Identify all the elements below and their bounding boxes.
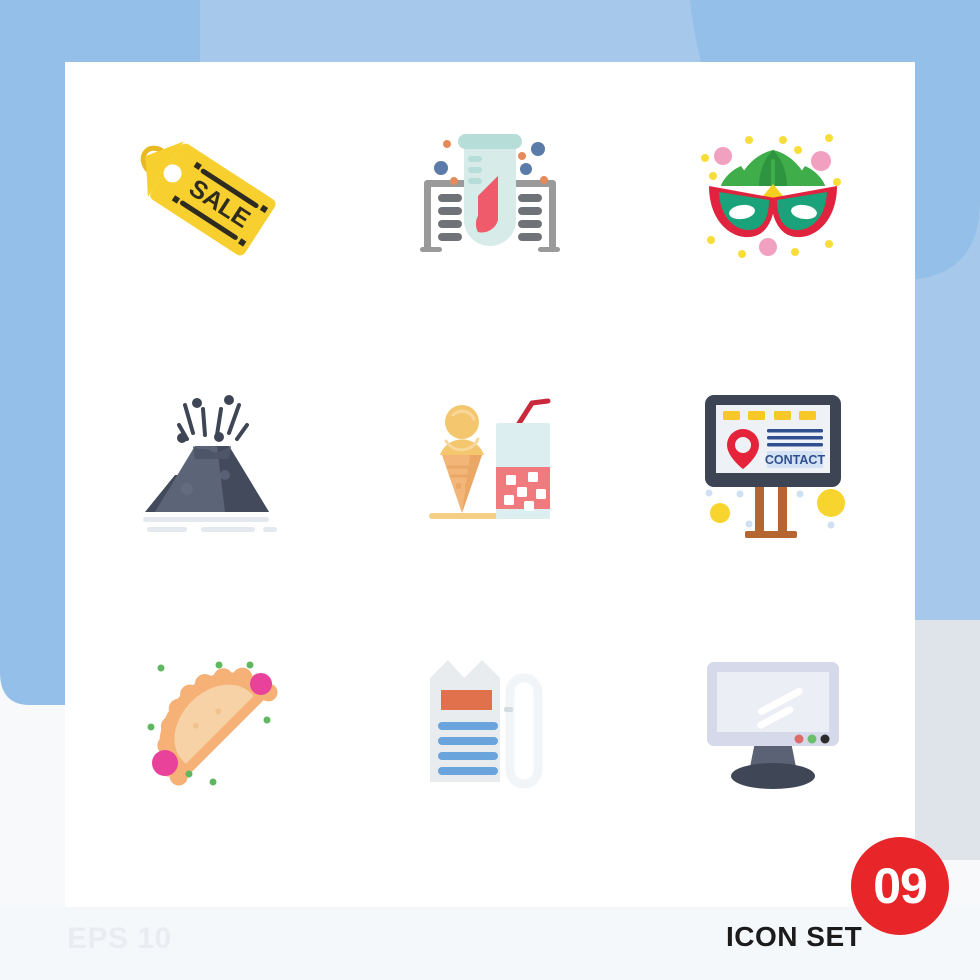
icon-set-label: ICON SET bbox=[726, 921, 863, 952]
monitor-leds bbox=[794, 734, 830, 744]
badge-number: 09 bbox=[873, 858, 928, 914]
icon-cell-test-tube[interactable] bbox=[348, 62, 631, 325]
eruption-rays bbox=[176, 402, 249, 441]
icon-cell-sale-tag[interactable]: SALE bbox=[65, 62, 348, 325]
test-tube-icon bbox=[419, 133, 560, 252]
sale-tag-icon: SALE bbox=[140, 141, 276, 256]
receipt-header-block bbox=[440, 690, 492, 711]
volcano-icon bbox=[142, 394, 277, 532]
ice-cream-drink-icon bbox=[428, 398, 551, 519]
icon-grid: SALE CONTACT bbox=[65, 62, 915, 852]
monitor-icon bbox=[707, 662, 840, 790]
icon-cell-carnival-mask[interactable] bbox=[632, 62, 915, 325]
empanada-icon bbox=[147, 661, 278, 786]
carnival-mask-icon bbox=[701, 133, 842, 258]
confetti-dots bbox=[705, 488, 846, 529]
receipt-news-icon bbox=[429, 660, 543, 789]
icon-cell-receipt-news[interactable] bbox=[348, 589, 631, 852]
icon-cell-empanada[interactable] bbox=[65, 589, 348, 852]
icon-cell-ice-cream-drink[interactable] bbox=[348, 325, 631, 588]
icon-cell-billboard-contact[interactable]: CONTACT bbox=[632, 325, 915, 588]
empanada-body bbox=[157, 667, 278, 786]
icon-count-badge: 09 bbox=[851, 837, 949, 935]
eps-label: EPS 10 bbox=[67, 922, 172, 955]
icon-cell-volcano[interactable] bbox=[65, 325, 348, 588]
billboard-lines bbox=[767, 428, 824, 447]
poster-canvas: SALE CONTACT EPS 10 ICON SET 09 bbox=[0, 0, 980, 980]
billboard-legs bbox=[745, 482, 798, 538]
billboard-contact-icon: CONTACT bbox=[705, 394, 846, 538]
billboard-contact-text: CONTACT bbox=[765, 453, 826, 467]
icon-cell-monitor[interactable] bbox=[632, 589, 915, 852]
monitor-base bbox=[731, 763, 816, 790]
ground-lines bbox=[142, 516, 277, 532]
